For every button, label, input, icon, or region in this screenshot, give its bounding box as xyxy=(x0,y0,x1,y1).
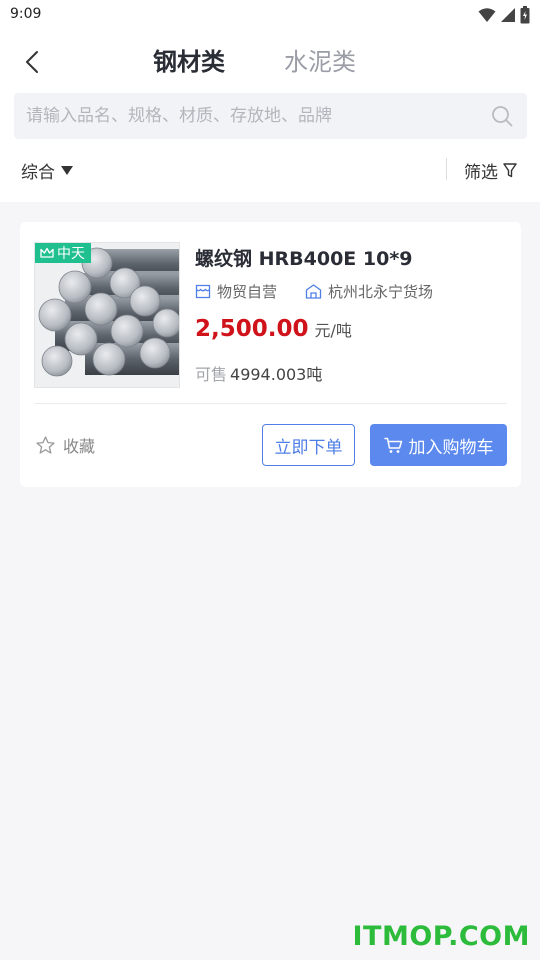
filter-icon xyxy=(503,162,517,177)
stock-row: 可售 4994.003吨 xyxy=(195,361,322,385)
back-button[interactable] xyxy=(14,44,50,80)
back-icon xyxy=(26,51,38,73)
filter-divider xyxy=(446,158,447,180)
watermark: ITMOP.COM xyxy=(352,921,530,952)
favorite-button[interactable]: 收藏 xyxy=(36,433,95,457)
signal-icon xyxy=(501,8,515,22)
stock-value: 4994.003吨 xyxy=(230,365,323,384)
product-meta: 物贸自营 杭州北永宁货场 xyxy=(195,280,461,302)
search-input[interactable] xyxy=(26,93,481,139)
star-icon xyxy=(36,436,55,454)
add-to-cart-button[interactable]: 加入购物车 xyxy=(370,424,507,466)
favorite-label: 收藏 xyxy=(63,437,96,456)
filter-label: 筛选 xyxy=(464,162,498,183)
product-image[interactable]: 中天 xyxy=(34,242,180,388)
price-row: 2,500.00 元/吨 xyxy=(195,316,352,342)
product-card[interactable]: 中天 螺纹钢 HRB400E 10*9 物贸自营 杭州北永宁货场 2,500.0… xyxy=(20,222,521,487)
price-value: 2,500.00 xyxy=(195,316,309,342)
sort-button[interactable]: 综合 xyxy=(21,156,73,184)
card-divider xyxy=(34,403,507,404)
battery-icon xyxy=(520,6,530,24)
status-icons xyxy=(478,5,530,25)
price-unit: 元/吨 xyxy=(314,321,352,340)
tab-cement[interactable]: 水泥类 xyxy=(284,44,356,80)
warehouse-icon xyxy=(305,283,322,299)
caret-down-icon xyxy=(61,165,73,175)
crown-icon xyxy=(40,247,54,258)
store-type: 物贸自营 xyxy=(195,281,277,302)
store-type-label: 物贸自营 xyxy=(217,282,278,301)
product-title[interactable]: 螺纹钢 HRB400E 10*9 xyxy=(195,244,412,271)
supplier-badge-label: 中天 xyxy=(57,246,85,262)
filter-button[interactable]: 筛选 xyxy=(464,156,517,184)
buy-now-button[interactable]: 立即下单 xyxy=(262,424,355,466)
add-to-cart-label: 加入购物车 xyxy=(408,437,494,458)
search-icon[interactable] xyxy=(491,105,513,127)
storage-location-label: 杭州北永宁货场 xyxy=(328,282,434,301)
cart-icon xyxy=(383,437,402,453)
rebar-bundle-image xyxy=(35,243,179,387)
supplier-badge: 中天 xyxy=(35,243,91,263)
status-time: 9:09 xyxy=(10,6,42,22)
tab-steel[interactable]: 钢材类 xyxy=(153,44,225,80)
storage-location: 杭州北永宁货场 xyxy=(305,281,433,302)
wifi-icon xyxy=(478,8,496,22)
status-bar: 9:09 xyxy=(0,0,540,32)
store-icon xyxy=(195,284,211,298)
stock-label: 可售 xyxy=(195,365,228,384)
search-box xyxy=(14,93,527,139)
sort-label: 综合 xyxy=(21,162,55,183)
